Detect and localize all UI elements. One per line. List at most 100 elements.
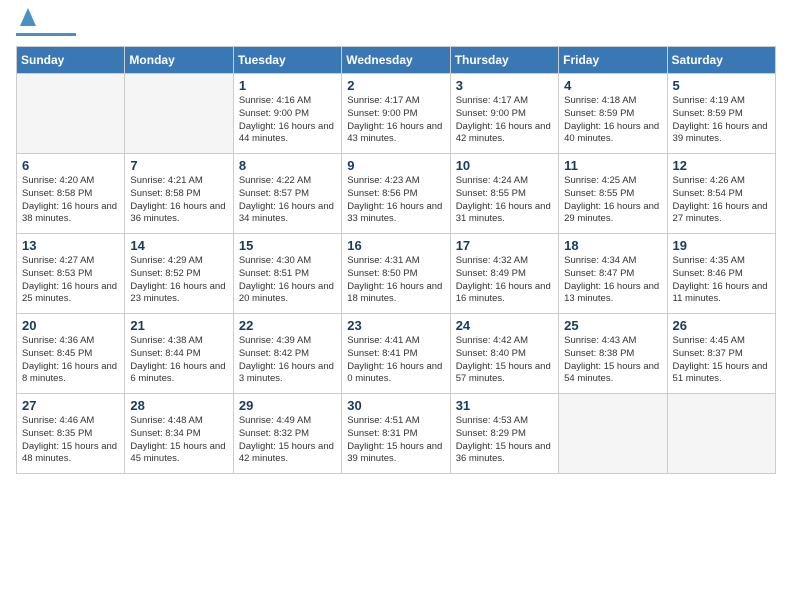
cell-info: Sunrise: 4:17 AMSunset: 9:00 PMDaylight:…	[456, 95, 553, 146]
logo	[16, 16, 76, 36]
calendar-cell: 31 Sunrise: 4:53 AMSunset: 8:29 PMDayligh…	[450, 394, 558, 474]
cell-info: Sunrise: 4:23 AMSunset: 8:56 PMDaylight:…	[347, 175, 444, 226]
day-number: 19	[673, 238, 770, 253]
day-number: 1	[239, 78, 336, 93]
day-number: 30	[347, 398, 444, 413]
cell-info: Sunrise: 4:45 AMSunset: 8:37 PMDaylight:…	[673, 335, 770, 386]
calendar-cell: 23 Sunrise: 4:41 AMSunset: 8:41 PMDayligh…	[342, 314, 450, 394]
day-number: 6	[22, 158, 119, 173]
calendar-cell: 29 Sunrise: 4:49 AMSunset: 8:32 PMDayligh…	[233, 394, 341, 474]
calendar-table: SundayMondayTuesdayWednesdayThursdayFrid…	[16, 46, 776, 474]
day-number: 31	[456, 398, 553, 413]
weekday-header: Friday	[559, 47, 667, 74]
cell-info: Sunrise: 4:22 AMSunset: 8:57 PMDaylight:…	[239, 175, 336, 226]
day-number: 12	[673, 158, 770, 173]
calendar-cell: 2Sunrise: 4:17 AMSunset: 9:00 PMDaylight…	[342, 74, 450, 154]
cell-info: Sunrise: 4:46 AMSunset: 8:35 PMDaylight:…	[22, 415, 119, 466]
day-number: 9	[347, 158, 444, 173]
day-number: 26	[673, 318, 770, 333]
day-number: 27	[22, 398, 119, 413]
weekday-header: Tuesday	[233, 47, 341, 74]
calendar-cell: 10Sunrise: 4:24 AMSunset: 8:55 PMDayligh…	[450, 154, 558, 234]
day-number: 8	[239, 158, 336, 173]
weekday-header: Saturday	[667, 47, 775, 74]
calendar-cell: 6 Sunrise: 4:20 AMSunset: 8:58 PMDaylight…	[17, 154, 125, 234]
day-number: 14	[130, 238, 227, 253]
calendar-cell: 21Sunrise: 4:38 AMSunset: 8:44 PMDayligh…	[125, 314, 233, 394]
cell-info: Sunrise: 4:39 AMSunset: 8:42 PMDaylight:…	[239, 335, 336, 386]
day-number: 24	[456, 318, 553, 333]
day-number: 23	[347, 318, 444, 333]
calendar-cell: 28 Sunrise: 4:48 AMSunset: 8:34 PMDayligh…	[125, 394, 233, 474]
calendar-cell: 20 Sunrise: 4:36 AMSunset: 8:45 PMDayligh…	[17, 314, 125, 394]
calendar-cell: 7Sunrise: 4:21 AMSunset: 8:58 PMDaylight…	[125, 154, 233, 234]
cell-info: Sunrise: 4:30 AMSunset: 8:51 PMDaylight:…	[239, 255, 336, 306]
cell-info: Sunrise: 4:19 AMSunset: 8:59 PMDaylight:…	[673, 95, 770, 146]
calendar-cell: 9 Sunrise: 4:23 AMSunset: 8:56 PMDaylight…	[342, 154, 450, 234]
calendar-cell: 5Sunrise: 4:19 AMSunset: 8:59 PMDaylight…	[667, 74, 775, 154]
weekday-header: Sunday	[17, 47, 125, 74]
day-number: 28	[130, 398, 227, 413]
cell-info: Sunrise: 4:41 AMSunset: 8:41 PMDaylight:…	[347, 335, 444, 386]
calendar-cell: 17 Sunrise: 4:32 AMSunset: 8:49 PMDayligh…	[450, 234, 558, 314]
cell-info: Sunrise: 4:49 AMSunset: 8:32 PMDaylight:…	[239, 415, 336, 466]
day-number: 11	[564, 158, 661, 173]
cell-info: Sunrise: 4:32 AMSunset: 8:49 PMDaylight:…	[456, 255, 553, 306]
cell-info: Sunrise: 4:48 AMSunset: 8:34 PMDaylight:…	[130, 415, 227, 466]
day-number: 21	[130, 318, 227, 333]
calendar-cell: 14 Sunrise: 4:29 AMSunset: 8:52 PMDayligh…	[125, 234, 233, 314]
logo-underline	[16, 33, 76, 36]
weekday-header: Thursday	[450, 47, 558, 74]
calendar-cell	[125, 74, 233, 154]
day-number: 22	[239, 318, 336, 333]
calendar-cell: 26 Sunrise: 4:45 AMSunset: 8:37 PMDayligh…	[667, 314, 775, 394]
cell-info: Sunrise: 4:16 AMSunset: 9:00 PMDaylight:…	[239, 95, 336, 146]
cell-info: Sunrise: 4:42 AMSunset: 8:40 PMDaylight:…	[456, 335, 553, 386]
cell-info: Sunrise: 4:18 AMSunset: 8:59 PMDaylight:…	[564, 95, 661, 146]
day-number: 20	[22, 318, 119, 333]
day-number: 13	[22, 238, 119, 253]
cell-info: Sunrise: 4:26 AMSunset: 8:54 PMDaylight:…	[673, 175, 770, 226]
calendar-cell: 24 Sunrise: 4:42 AMSunset: 8:40 PMDayligh…	[450, 314, 558, 394]
calendar-cell: 22 Sunrise: 4:39 AMSunset: 8:42 PMDayligh…	[233, 314, 341, 394]
day-number: 25	[564, 318, 661, 333]
calendar-cell	[667, 394, 775, 474]
cell-info: Sunrise: 4:29 AMSunset: 8:52 PMDaylight:…	[130, 255, 227, 306]
calendar-cell: 4 Sunrise: 4:18 AMSunset: 8:59 PMDaylight…	[559, 74, 667, 154]
calendar-cell: 19 Sunrise: 4:35 AMSunset: 8:46 PMDayligh…	[667, 234, 775, 314]
calendar-week-row: 6 Sunrise: 4:20 AMSunset: 8:58 PMDaylight…	[17, 154, 776, 234]
calendar-cell: 25Sunrise: 4:43 AMSunset: 8:38 PMDayligh…	[559, 314, 667, 394]
weekday-header: Wednesday	[342, 47, 450, 74]
calendar-cell	[17, 74, 125, 154]
cell-info: Sunrise: 4:35 AMSunset: 8:46 PMDaylight:…	[673, 255, 770, 306]
calendar-cell: 13 Sunrise: 4:27 AMSunset: 8:53 PMDayligh…	[17, 234, 125, 314]
logo-triangle-icon	[20, 8, 36, 31]
calendar-cell: 27 Sunrise: 4:46 AMSunset: 8:35 PMDayligh…	[17, 394, 125, 474]
calendar-cell: 30 Sunrise: 4:51 AMSunset: 8:31 PMDayligh…	[342, 394, 450, 474]
cell-info: Sunrise: 4:21 AMSunset: 8:58 PMDaylight:…	[130, 175, 227, 226]
calendar-cell: 16 Sunrise: 4:31 AMSunset: 8:50 PMDayligh…	[342, 234, 450, 314]
cell-info: Sunrise: 4:51 AMSunset: 8:31 PMDaylight:…	[347, 415, 444, 466]
cell-info: Sunrise: 4:31 AMSunset: 8:50 PMDaylight:…	[347, 255, 444, 306]
calendar-cell: 3Sunrise: 4:17 AMSunset: 9:00 PMDaylight…	[450, 74, 558, 154]
day-number: 16	[347, 238, 444, 253]
calendar-cell: 11 Sunrise: 4:25 AMSunset: 8:55 PMDayligh…	[559, 154, 667, 234]
calendar-cell: 8 Sunrise: 4:22 AMSunset: 8:57 PMDaylight…	[233, 154, 341, 234]
day-number: 17	[456, 238, 553, 253]
calendar-week-row: 20 Sunrise: 4:36 AMSunset: 8:45 PMDayligh…	[17, 314, 776, 394]
day-number: 10	[456, 158, 553, 173]
day-number: 2	[347, 78, 444, 93]
calendar-cell	[559, 394, 667, 474]
cell-info: Sunrise: 4:20 AMSunset: 8:58 PMDaylight:…	[22, 175, 119, 226]
day-number: 29	[239, 398, 336, 413]
cell-info: Sunrise: 4:36 AMSunset: 8:45 PMDaylight:…	[22, 335, 119, 386]
cell-info: Sunrise: 4:53 AMSunset: 8:29 PMDaylight:…	[456, 415, 553, 466]
day-number: 4	[564, 78, 661, 93]
day-number: 18	[564, 238, 661, 253]
cell-info: Sunrise: 4:27 AMSunset: 8:53 PMDaylight:…	[22, 255, 119, 306]
calendar-cell: 1 Sunrise: 4:16 AMSunset: 9:00 PMDaylight…	[233, 74, 341, 154]
cell-info: Sunrise: 4:34 AMSunset: 8:47 PMDaylight:…	[564, 255, 661, 306]
calendar-cell: 18 Sunrise: 4:34 AMSunset: 8:47 PMDayligh…	[559, 234, 667, 314]
calendar-header-row: SundayMondayTuesdayWednesdayThursdayFrid…	[17, 47, 776, 74]
cell-info: Sunrise: 4:25 AMSunset: 8:55 PMDaylight:…	[564, 175, 661, 226]
